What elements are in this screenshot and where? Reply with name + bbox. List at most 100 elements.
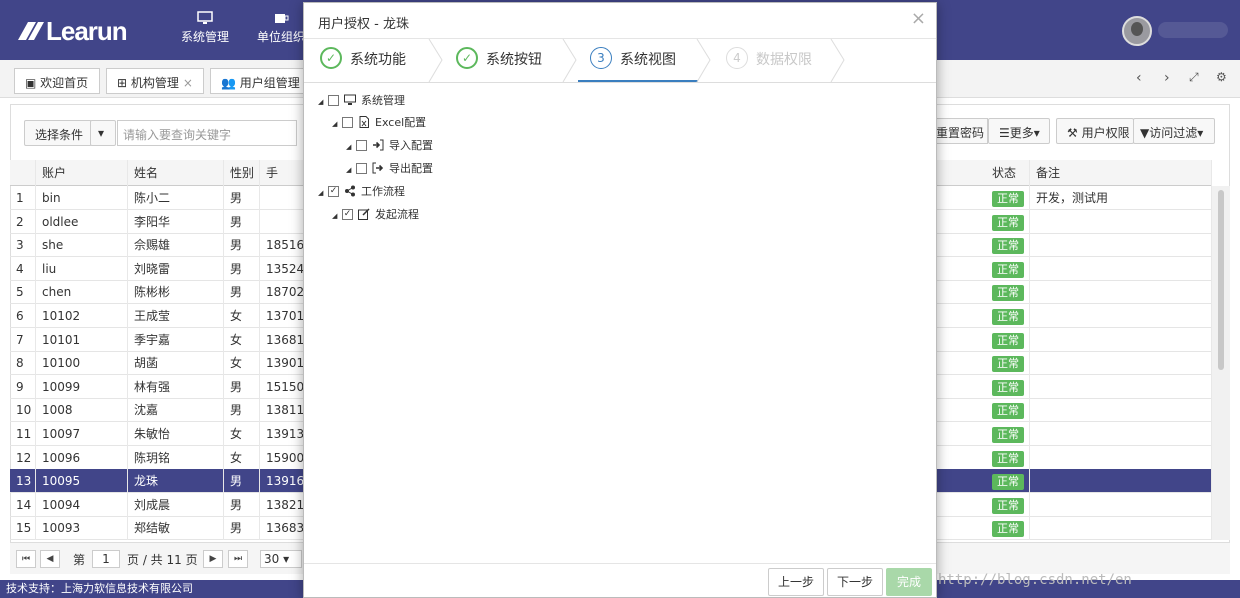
username-blurred[interactable] xyxy=(1158,22,1228,38)
tree-node-export-config[interactable]: ◢ 导出配置 xyxy=(346,159,433,179)
status-badge: 正常 xyxy=(992,474,1024,491)
step-label: 数据权限 xyxy=(756,52,812,68)
header-status[interactable]: 状态 xyxy=(986,160,1030,186)
sign-out-icon xyxy=(372,162,384,174)
check-icon: ✓ xyxy=(320,47,342,69)
step-system-function[interactable]: ✓ 系统功能 xyxy=(304,39,436,82)
tree-node-excel-config[interactable]: ◢ Excel配置 xyxy=(332,113,426,133)
next-step-button[interactable]: 下一步 xyxy=(827,568,883,596)
tree-node-system-manage[interactable]: ◢ 系统管理 xyxy=(318,91,405,111)
tree-node-start-workflow[interactable]: ◢ ✓ 发起流程 xyxy=(332,205,419,225)
cell-gender: 男 xyxy=(224,256,260,281)
nav-org[interactable]: 单位组织 xyxy=(256,0,306,60)
step-system-button[interactable]: ✓ 系统按钮 xyxy=(442,39,566,82)
gavel-icon: ⚒ xyxy=(1067,126,1082,140)
cell-note xyxy=(1030,516,1212,540)
tree-checkbox-checked[interactable]: ✓ xyxy=(328,185,339,197)
cell-gender: 男 xyxy=(224,516,260,540)
cell-status: 正常 xyxy=(986,327,1030,352)
cell-status: 正常 xyxy=(986,492,1030,517)
cell-name: 李阳华 xyxy=(128,209,224,234)
cell-name: 郑结敏 xyxy=(128,516,224,540)
status-badge: 正常 xyxy=(992,285,1024,302)
reset-password-button[interactable]: 重置密码 xyxy=(936,118,988,144)
cell-account: 10095 xyxy=(36,469,128,494)
user-permission-button[interactable]: ⚒ 用户权限 xyxy=(1056,118,1134,144)
cell-name: 王成莹 xyxy=(128,304,224,328)
expand-arrow-icon[interactable]: ◢ xyxy=(332,206,342,226)
monitor-icon xyxy=(197,11,213,24)
expand-arrow-icon[interactable]: ◢ xyxy=(318,92,328,112)
wizard-steps: ✓ 系统功能 ✓ 系统按钮 3 系统视图 4 数据权限 xyxy=(304,39,936,83)
cell-rownum: 2 xyxy=(10,209,36,234)
cell-name: 陈玥铭 xyxy=(128,445,224,470)
cell-name: 刘成晨 xyxy=(128,492,224,517)
finish-button[interactable]: 完成 xyxy=(886,568,932,596)
close-icon[interactable]: × xyxy=(183,76,193,90)
cell-account: 1008 xyxy=(36,398,128,423)
check-icon: ✓ xyxy=(456,47,478,69)
tab-usergroup[interactable]: 👥 用户组管理 xyxy=(210,68,304,94)
cell-status: 正常 xyxy=(986,186,1030,210)
close-icon[interactable]: × xyxy=(911,9,926,29)
tree-node-workflow[interactable]: ◢ ✓ 工作流程 xyxy=(318,182,405,202)
tree-label: 导出配置 xyxy=(389,162,433,175)
expand-arrow-icon[interactable]: ◢ xyxy=(318,183,328,203)
last-page-icon[interactable]: ⏭ xyxy=(228,550,248,568)
tab-home[interactable]: ▣ 欢迎首页 xyxy=(14,68,100,94)
access-filter-button[interactable]: ▼访问过滤▾ xyxy=(1133,118,1215,144)
header-account[interactable]: 账户 xyxy=(36,160,128,186)
step-label: 系统按钮 xyxy=(486,52,542,68)
grid-scrollbar[interactable] xyxy=(1212,186,1230,540)
cell-gender: 男 xyxy=(224,492,260,517)
next-page-icon[interactable]: ▶ xyxy=(203,550,223,568)
header-phone[interactable]: 手 xyxy=(260,160,304,186)
cell-account: bin xyxy=(36,186,128,210)
tab-org[interactable]: ⊞ 机构管理 × xyxy=(106,68,204,94)
header-name[interactable]: 姓名 xyxy=(128,160,224,186)
step-data-permission[interactable]: 4 数据权限 xyxy=(714,39,840,82)
header-note[interactable]: 备注 xyxy=(1030,160,1212,186)
avatar[interactable] xyxy=(1122,16,1152,46)
app-logo[interactable]: Learun xyxy=(14,16,144,46)
tab-next-icon[interactable]: › xyxy=(1164,70,1170,86)
cell-status: 正常 xyxy=(986,516,1030,540)
nav-system-manage[interactable]: 系统管理 xyxy=(176,0,234,60)
cell-gender: 男 xyxy=(224,469,260,494)
tree-checkbox[interactable] xyxy=(356,139,367,151)
cell-status: 正常 xyxy=(986,280,1030,305)
search-input[interactable]: 请输入要查询关键字 xyxy=(117,120,297,146)
fullscreen-icon[interactable]: ⤢ xyxy=(1189,70,1199,85)
header-gender[interactable]: 性别 xyxy=(224,160,260,186)
prev-step-button[interactable]: 上一步 xyxy=(768,568,824,596)
tree-checkbox[interactable] xyxy=(356,162,367,174)
cell-note xyxy=(1030,256,1212,281)
tree-node-import-config[interactable]: ◢ 导入配置 xyxy=(346,136,433,156)
gear-icon[interactable]: ⚙ xyxy=(1216,70,1227,84)
more-button[interactable]: ☰更多▾ xyxy=(988,118,1050,144)
filter-caret[interactable]: ▾ xyxy=(90,120,116,146)
cell-phone: 13811 xyxy=(260,398,304,423)
first-page-icon[interactable]: ⏮ xyxy=(16,550,36,568)
cell-note xyxy=(1030,209,1212,234)
tree-checkbox[interactable] xyxy=(328,94,339,106)
cell-status: 正常 xyxy=(986,374,1030,399)
filter-dropdown[interactable]: 选择条件 xyxy=(24,120,92,146)
page-size-select[interactable]: 30 ▾ xyxy=(260,550,302,568)
expand-arrow-icon[interactable]: ◢ xyxy=(346,160,356,180)
tree-checkbox-checked[interactable]: ✓ xyxy=(342,208,353,220)
cell-name: 季宇嘉 xyxy=(128,327,224,352)
more-label: 更多 xyxy=(1009,126,1034,140)
edit-icon xyxy=(358,208,370,220)
prev-page-icon[interactable]: ◀ xyxy=(40,550,60,568)
cell-phone: 13913 xyxy=(260,422,304,446)
expand-arrow-icon[interactable]: ◢ xyxy=(332,114,342,134)
page-input[interactable]: 1 xyxy=(92,550,120,568)
caret-icon: ▾ xyxy=(1197,126,1204,140)
step-system-view[interactable]: 3 系统视图 xyxy=(578,39,698,82)
tab-prev-icon[interactable]: ‹ xyxy=(1136,70,1142,86)
expand-arrow-icon[interactable]: ◢ xyxy=(346,137,356,157)
cell-status: 正常 xyxy=(986,233,1030,258)
tree-checkbox[interactable] xyxy=(342,116,353,128)
scrollbar-thumb[interactable] xyxy=(1218,190,1224,370)
